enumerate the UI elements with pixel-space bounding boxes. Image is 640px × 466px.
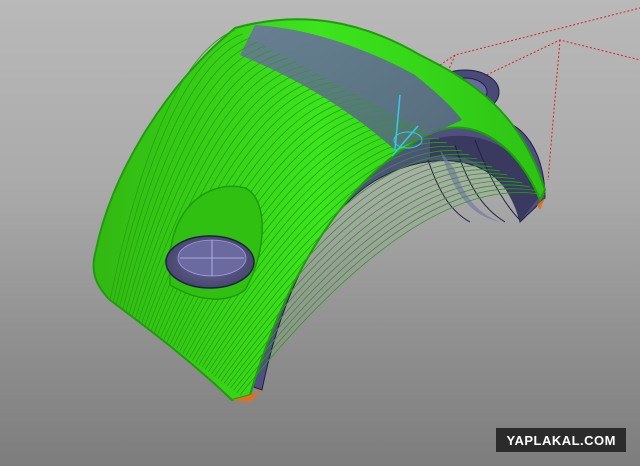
site-watermark: YAPLAKAL.COM [496, 428, 626, 452]
machining-model-view[interactable] [0, 0, 640, 466]
cam-3d-viewport[interactable]: YAPLAKAL.COM [0, 0, 640, 466]
